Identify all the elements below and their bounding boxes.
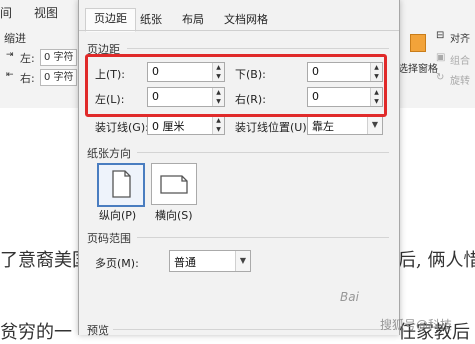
- orientation-section-divider: [137, 152, 389, 153]
- gutter-label: 装订线(G):: [95, 121, 149, 134]
- watermark-logo: Bai: [340, 290, 359, 304]
- chevron-down-icon[interactable]: ▼: [235, 251, 250, 271]
- preview-section-divider: [113, 329, 389, 330]
- margins-section-divider: [127, 48, 389, 49]
- tab-layout[interactable]: 布局: [173, 9, 213, 31]
- gutter-position-label: 装订线位置(U):: [235, 121, 311, 134]
- align-button[interactable]: 对齐: [450, 30, 470, 45]
- indent-left-icon: ⇥: [6, 50, 14, 60]
- doc-line-1-right: 后, 俩人惜: [398, 250, 475, 271]
- align-icon: ⊟: [436, 30, 445, 41]
- tab-paper[interactable]: 纸张: [131, 9, 171, 31]
- orientation-section-title: 纸张方向: [87, 147, 131, 160]
- select-pane-icon: [410, 34, 426, 52]
- landscape-page-icon: [160, 175, 188, 194]
- multiple-pages-value: 普通: [174, 256, 196, 269]
- multiple-pages-label: 多页(M):: [95, 257, 139, 270]
- gutter-position-select[interactable]: 靠左 ▼: [307, 115, 383, 135]
- gutter-spinner[interactable]: 0 厘米 ▲ ▼: [147, 115, 225, 135]
- chevron-down-icon[interactable]: ▼: [367, 116, 382, 134]
- multiple-pages-select[interactable]: 普通 ▼: [169, 250, 251, 272]
- tab-document-grid[interactable]: 文档网格: [215, 9, 277, 31]
- margins-highlight-box: [85, 54, 387, 117]
- group-button[interactable]: 组合: [450, 52, 470, 67]
- tab-divider: [79, 30, 399, 31]
- rotate-button[interactable]: 旋转: [450, 72, 470, 87]
- ribbon-tab-view[interactable]: 视图: [34, 4, 58, 21]
- landscape-button[interactable]: [151, 163, 197, 205]
- pages-section-divider: [137, 237, 389, 238]
- ribbon-tab-review[interactable]: 间: [0, 4, 12, 21]
- watermark-text: 搜狐号@科技: [380, 318, 453, 332]
- spin-down-icon[interactable]: ▼: [212, 125, 224, 134]
- indent-right-input[interactable]: 0 字符: [40, 69, 77, 86]
- indent-left-label: 左:: [20, 52, 35, 65]
- indent-right-label: 右:: [20, 72, 35, 85]
- indent-right-icon: ⇤: [6, 70, 14, 80]
- rotate-icon: ↻: [436, 72, 445, 83]
- landscape-label: 横向(S): [155, 209, 193, 222]
- group-icon: ▣: [436, 52, 446, 63]
- indent-left-input[interactable]: 0 字符: [40, 49, 77, 66]
- page-setup-dialog: 页边距 纸张 布局 文档网格 页边距 上(T): 0 ▲ ▼ 下(B): 0 ▲…: [78, 0, 400, 337]
- preview-section-title: 预览: [87, 324, 109, 337]
- pages-section-title: 页码范围: [87, 232, 131, 245]
- portrait-page-icon: [112, 170, 131, 198]
- portrait-label: 纵向(P): [99, 209, 137, 222]
- select-pane-button[interactable]: 选择窗格: [398, 60, 438, 75]
- doc-line-1-left: 了意裔美国: [0, 250, 90, 271]
- portrait-button[interactable]: [97, 163, 145, 207]
- gutter-value: 0 厘米: [152, 120, 185, 133]
- tab-margins[interactable]: 页边距: [85, 8, 136, 32]
- doc-line-2-left: 贫穷的一: [0, 322, 72, 343]
- indent-group-label: 缩进: [4, 32, 26, 45]
- gutter-position-value: 靠左: [312, 120, 334, 133]
